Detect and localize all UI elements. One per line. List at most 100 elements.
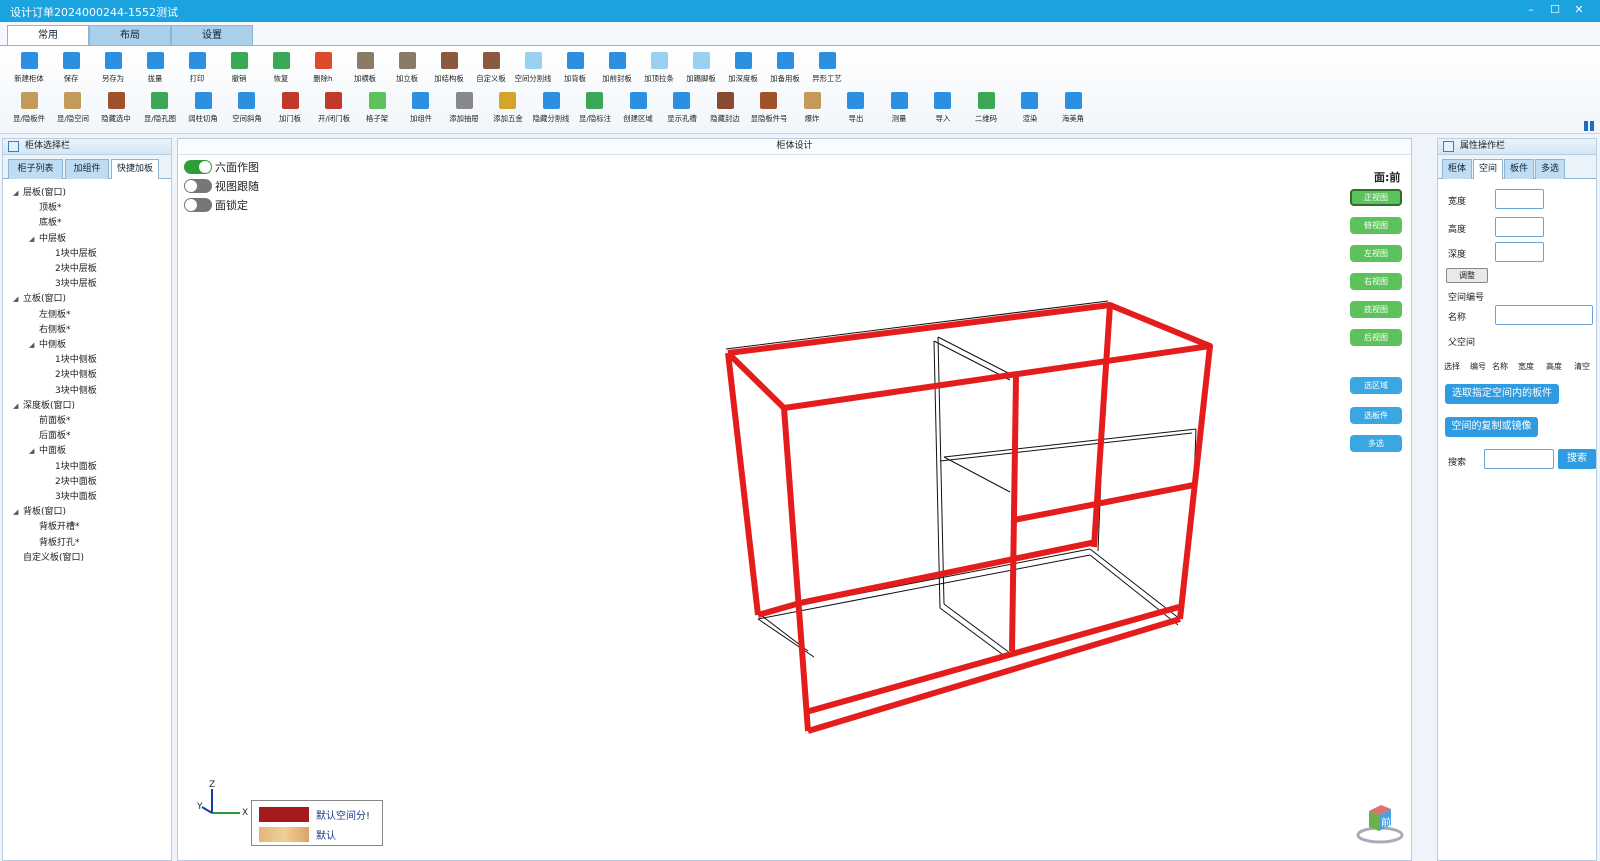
import-icon <box>934 92 951 109</box>
width-input[interactable] <box>1495 189 1544 209</box>
export-icon <box>847 92 864 109</box>
minimize-button[interactable]: – <box>1522 2 1540 18</box>
tree-item-label: 背板开槽* <box>39 522 80 533</box>
save-as-icon <box>104 52 122 69</box>
search-button[interactable]: 搜索 <box>1558 449 1596 469</box>
hide-edge-icon <box>716 92 734 109</box>
adjust-button[interactable]: 调整 <box>1446 268 1488 283</box>
tree-expander-icon[interactable]: ◢ <box>13 402 23 410</box>
column-cut-icon <box>194 92 212 109</box>
nav-cube-face: 前 <box>1381 816 1391 829</box>
tree-expander-icon[interactable]: ◢ <box>13 189 23 197</box>
tree-item[interactable]: 3块中面板 <box>45 489 97 502</box>
tree-item[interactable]: 背板打孔* <box>29 535 80 548</box>
toolbar-irregular-craft-button[interactable]: 异形工艺 <box>801 52 853 84</box>
tree-item[interactable]: ◢ 立板(窗口) <box>13 291 66 304</box>
irregular-craft-icon <box>818 52 836 69</box>
legend-label: 默认 <box>316 831 336 842</box>
tree-item-label: 3块中面板 <box>55 492 97 502</box>
tree-item[interactable]: ◢ 深度板(窗口) <box>13 398 75 411</box>
tree-item[interactable]: 3块中侧板 <box>45 383 97 396</box>
tree-item-label: 中侧板 <box>39 340 67 350</box>
tree-item[interactable]: 左侧板* <box>29 307 71 320</box>
tree-item-label: 2块中面板 <box>55 476 97 487</box>
tree-item[interactable]: ◢ 背板(窗口) <box>13 504 66 517</box>
tree-item[interactable]: ◢ 中层板 <box>29 231 66 244</box>
door-board-icon <box>281 92 299 109</box>
right-panel-title: 属性操作栏 <box>1460 141 1506 151</box>
tree-item[interactable]: 2块中层板 <box>45 261 97 274</box>
explode-icon <box>803 92 821 109</box>
depth-input[interactable] <box>1495 242 1544 262</box>
tree-expander-icon[interactable]: ◢ <box>13 295 23 303</box>
tree-item[interactable]: 后面板* <box>29 428 71 441</box>
tree-item[interactable]: ◢ 中侧板 <box>29 337 66 350</box>
inner-edge <box>937 336 1015 377</box>
ruler-icon <box>890 92 908 109</box>
toolbar: 新建柜体 保存 另存为 拢量 打印 撤销 恢复 删除h 加横板 加立板 加结构板 自定义板 空间分割线加… <box>0 46 1600 134</box>
toolbar-label: 异形工艺 <box>812 74 842 83</box>
search-label: 搜索 <box>1448 458 1467 468</box>
tree-item[interactable]: 3块中层板 <box>45 276 97 289</box>
height-label: 高度 <box>1448 225 1467 235</box>
tab-space[interactable]: 空间 <box>1473 159 1503 179</box>
tree-item[interactable]: 右侧板* <box>29 322 71 335</box>
inner-shelf-edge <box>943 428 1197 458</box>
tab-common[interactable]: 常用 <box>7 25 89 46</box>
tab-cabinet-list[interactable]: 柜子列表 <box>8 159 63 179</box>
ribbon-tabs: 常用 布局 设置 <box>0 22 1600 46</box>
measure-icon <box>146 52 164 69</box>
height-input[interactable] <box>1495 217 1544 237</box>
tree-expander-icon[interactable]: ◢ <box>29 341 39 349</box>
tree-item[interactable]: 底板* <box>29 215 62 228</box>
tab-settings[interactable]: 设置 <box>171 25 253 46</box>
copy-mirror-space-button[interactable]: 空间的复制或镜像 <box>1445 417 1538 437</box>
tab-add-component[interactable]: 加组件 <box>65 159 109 179</box>
tree-expander-icon[interactable]: ◢ <box>29 235 39 243</box>
create-region-icon <box>629 92 647 109</box>
tree-item[interactable]: 背板开槽* <box>29 519 80 532</box>
tree-item[interactable]: 1块中面板 <box>45 459 97 472</box>
structure-board-icon <box>440 52 458 69</box>
tab-board[interactable]: 板件 <box>1504 159 1534 179</box>
tab-cabinet[interactable]: 柜体 <box>1442 159 1472 179</box>
column-header: 宽度 <box>1518 362 1534 371</box>
nav-cube-icon[interactable]: 前 <box>1355 799 1405 844</box>
grid-rack-icon <box>368 92 386 109</box>
tree-item-label: 2块中侧板 <box>55 370 97 381</box>
depth-label: 深度 <box>1448 250 1467 260</box>
toolbar-options-icon[interactable] <box>1584 121 1594 131</box>
tree-item[interactable]: ◢ 中面板 <box>29 443 66 456</box>
toolbar-corner-button[interactable]: 海美角 <box>1047 92 1099 124</box>
tab-multi[interactable]: 多选 <box>1535 159 1565 179</box>
custom-board-icon <box>482 52 500 69</box>
tab-quick-board[interactable]: 快捷加板 <box>111 159 159 179</box>
tree-item[interactable]: 自定义板(窗口) <box>13 550 84 563</box>
top-strip-icon <box>650 52 668 69</box>
search-input[interactable] <box>1484 449 1554 469</box>
tree-item[interactable]: ◢ 层板(窗口) <box>13 185 66 198</box>
tree-item-label: 2块中层板 <box>55 264 97 274</box>
name-input[interactable] <box>1495 305 1593 325</box>
close-button[interactable]: ✕ <box>1570 2 1588 18</box>
toggle-hole-icon <box>151 92 168 109</box>
tree-item[interactable]: 2块中面板 <box>45 474 97 487</box>
board-number-icon <box>760 92 777 109</box>
cabinet-3d-model[interactable] <box>178 139 1413 861</box>
maximize-button[interactable]: ☐ <box>1546 2 1564 18</box>
tree-expander-icon[interactable]: ◢ <box>13 508 23 516</box>
tree-item[interactable]: 1块中侧板 <box>45 352 97 365</box>
hide-split-icon <box>542 92 560 109</box>
cabinet-front-frame <box>725 302 1213 734</box>
axis-x-label: X <box>242 808 248 818</box>
select-space-boards-button[interactable]: 选取指定空间内的板件 <box>1445 384 1559 404</box>
space-bevel-icon <box>238 92 255 109</box>
legend-label: 默认空间分! <box>316 811 371 822</box>
hide-selected-icon <box>107 92 125 109</box>
tree-expander-icon[interactable]: ◢ <box>29 447 39 455</box>
tree-item[interactable]: 顶板* <box>29 200 62 213</box>
tree-item[interactable]: 1块中层板 <box>45 246 97 259</box>
tree-item[interactable]: 2块中侧板 <box>45 367 97 380</box>
tab-layout[interactable]: 布局 <box>89 25 171 46</box>
tree-item[interactable]: 前面板* <box>29 413 71 426</box>
